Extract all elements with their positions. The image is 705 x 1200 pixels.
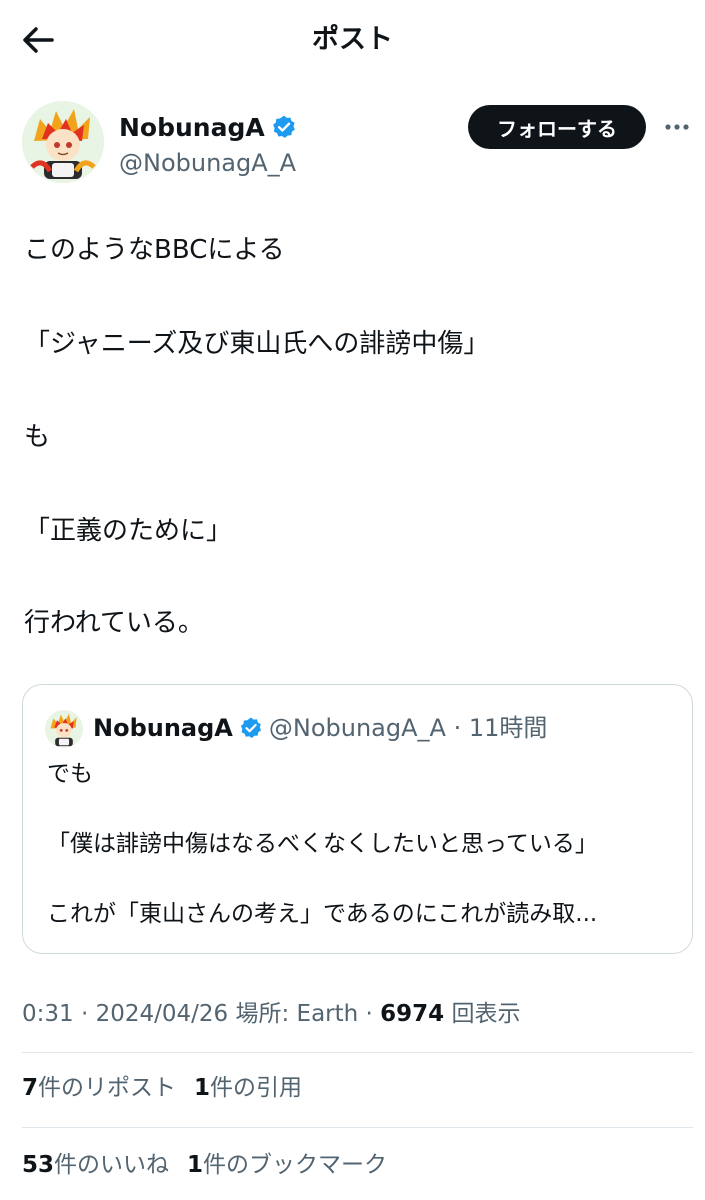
quote-text-line: これが「東山さんの考え」であるのにこれが読み取... — [47, 901, 598, 927]
quotes-label: 件の引用 — [210, 1075, 303, 1101]
post-location: 場所: Earth — [235, 1001, 359, 1027]
separator-dot: · — [445, 714, 469, 742]
author-name[interactable]: NobunagA — [119, 112, 297, 144]
likes-label: 件のいいね — [54, 1152, 170, 1178]
post-text-line: も — [24, 422, 51, 452]
quote-time: 11時間 — [468, 714, 548, 742]
post-text-line: 「ジャニーズ及び東山氏への誹謗中傷」 — [24, 329, 490, 359]
author-name-text: NobunagA — [119, 113, 265, 142]
post-text-line: 行われている。 — [24, 608, 204, 638]
quote-author-name: NobunagA — [93, 714, 233, 742]
reposts-count: 7 — [22, 1075, 39, 1101]
quoted-post[interactable]: NobunagA @NobunagA_A · 11時間 でも 「僕は誹謗中傷はな… — [22, 684, 693, 954]
quotes-count: 1 — [194, 1075, 211, 1101]
post-text-line: このようなBBCによる — [24, 235, 285, 265]
more-button[interactable] — [660, 112, 694, 142]
likes-stat[interactable]: 53件のいいね — [22, 1149, 169, 1181]
divider — [22, 1127, 693, 1128]
separator-dot: · — [358, 1001, 381, 1027]
view-count: 6974 — [380, 1001, 445, 1027]
quote-text-line: 「僕は誹謗中傷はなるべくなくしたいと思っている」 — [47, 831, 598, 857]
reposts-stat[interactable]: 7件のリポスト — [22, 1072, 176, 1104]
more-horizontal-icon — [665, 124, 689, 130]
quote-avatar-illustration — [45, 710, 83, 748]
follow-button[interactable]: フォローする — [468, 105, 646, 149]
bookmarks-label: 件のブックマーク — [203, 1152, 388, 1178]
post-text-line: 「正義のために」 — [24, 516, 233, 546]
engagement-row-2: 53件のいいね 1件のブックマーク — [22, 1149, 405, 1181]
post-meta: 0:31 · 2024/04/26 場所: Earth · 6974 回表示 — [22, 998, 521, 1030]
bookmarks-stat[interactable]: 1件のブックマーク — [187, 1149, 387, 1181]
top-bar: ポスト — [0, 0, 705, 80]
author-handle[interactable]: @NobunagA_A — [119, 148, 296, 178]
quote-avatar — [45, 710, 83, 748]
engagement-row-1: 7件のリポスト 1件の引用 — [22, 1072, 320, 1104]
quotes-stat[interactable]: 1件の引用 — [194, 1072, 302, 1104]
bookmarks-count: 1 — [187, 1152, 204, 1178]
avatar-illustration — [22, 101, 104, 183]
avatar[interactable] — [22, 101, 104, 183]
divider — [22, 1052, 693, 1053]
view-count-label: 回表示 — [451, 1001, 521, 1027]
separator-dot: · — [73, 1001, 96, 1027]
quote-header: NobunagA @NobunagA_A · 11時間 — [93, 711, 547, 745]
quote-author-handle: @NobunagA_A — [268, 714, 446, 742]
verified-badge-icon — [240, 717, 261, 738]
quote-text-line: でも — [47, 761, 93, 787]
reposts-label: 件のリポスト — [38, 1075, 177, 1101]
verified-badge-icon — [272, 115, 295, 138]
likes-count: 53 — [22, 1152, 55, 1178]
post-time: 0:31 — [22, 1001, 74, 1027]
page-title: ポスト — [312, 24, 393, 55]
post-date[interactable]: 2024/04/26 — [96, 1001, 229, 1027]
